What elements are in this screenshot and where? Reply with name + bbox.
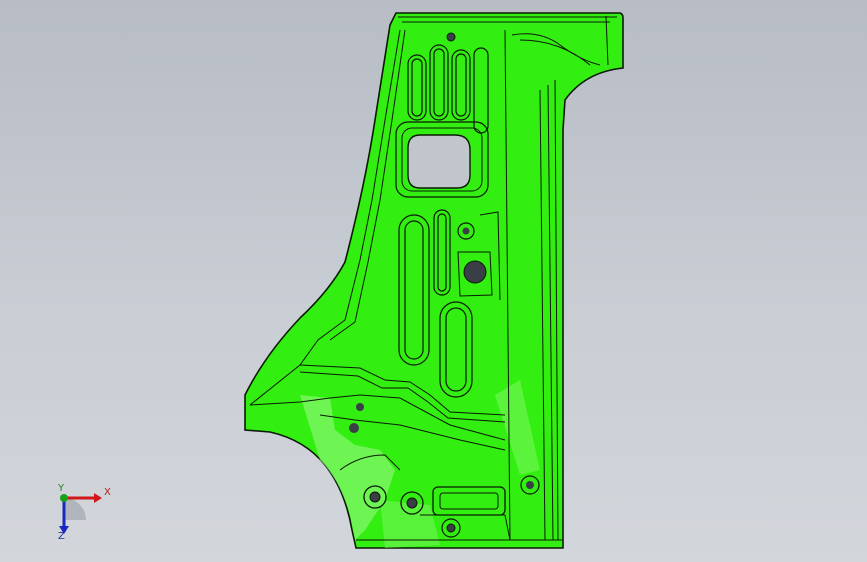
hole-top (446, 32, 456, 42)
sheet-metal-part-model[interactable] (0, 0, 867, 562)
z-axis-label: Z (58, 531, 65, 542)
x-axis-arrow (94, 493, 102, 503)
hole-mid-small (462, 227, 470, 235)
graphics-viewport[interactable]: X Y Z (0, 0, 867, 562)
hole-large (463, 260, 487, 284)
x-axis-label: X (104, 487, 111, 498)
window-opening (407, 134, 471, 189)
hole-left-2 (349, 423, 359, 433)
hole-right-boss-inner (526, 481, 534, 489)
hole-left-1 (356, 403, 364, 411)
y-axis-label: Y (58, 483, 65, 494)
y-axis-dot (60, 494, 68, 502)
triad-shadow-arc (64, 498, 86, 520)
